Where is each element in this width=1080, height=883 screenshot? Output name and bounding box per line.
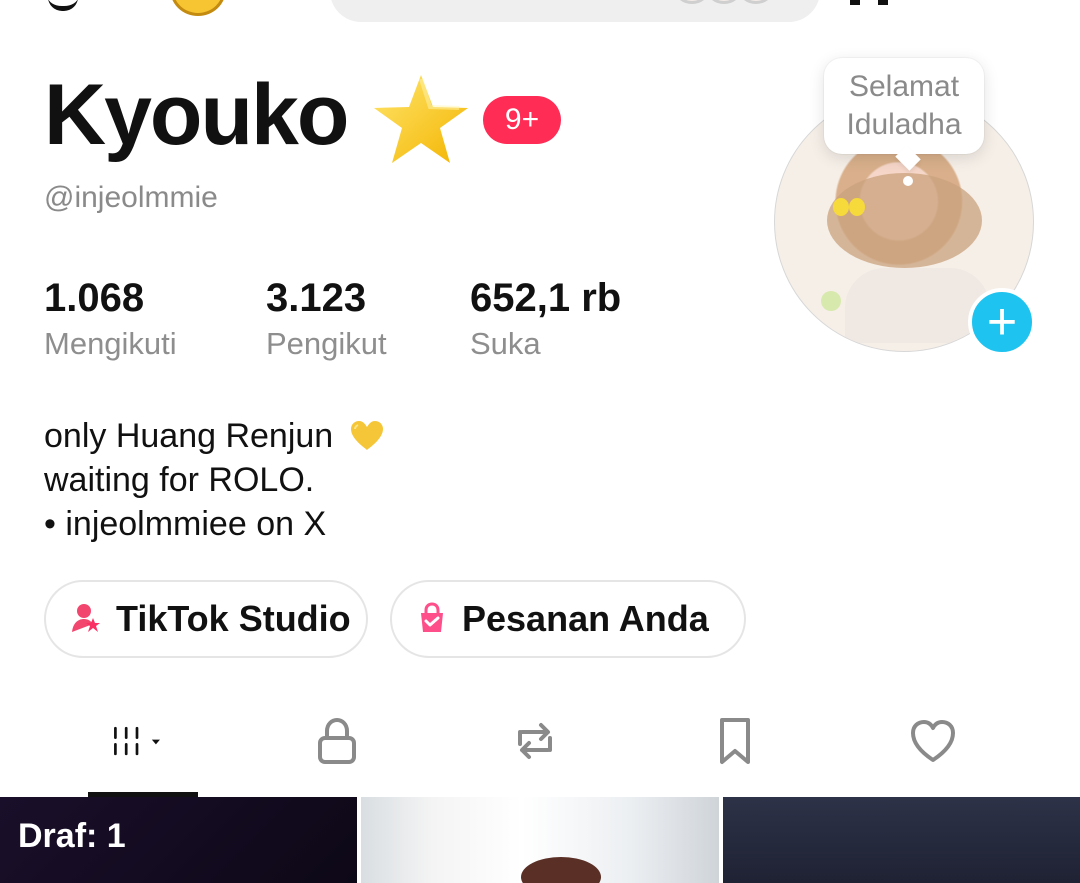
greeting-bubble-dot	[903, 176, 913, 186]
bio-line1: only Huang Renjun	[44, 414, 385, 458]
avatar-bow-decoration	[833, 198, 865, 218]
emoji-icon[interactable]	[170, 0, 226, 16]
bio-line2: waiting for ROLO.	[44, 461, 315, 499]
greeting-line2: Iduladha	[846, 108, 962, 141]
bio-line3: • injeolmmiee on X	[44, 505, 327, 543]
likes-count: 652,1 rb	[470, 276, 622, 320]
bookmark-icon	[720, 718, 750, 764]
yellow-heart-icon	[350, 421, 383, 450]
shopping-bag-icon	[421, 602, 443, 632]
top-bar	[0, 0, 1080, 30]
tab-likes[interactable]	[906, 714, 976, 774]
tiktok-studio-label: TikTok Studio	[116, 598, 351, 639]
followers-label: Pengikut	[266, 326, 387, 361]
tab-private[interactable]	[310, 714, 380, 774]
grid-icon	[114, 726, 160, 756]
studio-icon	[72, 604, 100, 632]
video-tile[interactable]	[361, 797, 719, 883]
tab-bookmarks[interactable]	[708, 714, 778, 774]
video-grid: Draf: 1	[0, 797, 1080, 883]
profile-name: Kyouko	[44, 67, 349, 163]
orders-button[interactable]: Pesanan Anda	[390, 580, 746, 658]
bio-line1-text: only Huang Renjun	[44, 417, 334, 455]
lock-icon	[318, 717, 356, 764]
greeting-bubble: Selamat Iduladha	[824, 58, 984, 154]
heart-icon	[911, 720, 955, 762]
add-story-button[interactable]: +	[968, 288, 1036, 356]
tiktok-studio-button[interactable]: TikTok Studio	[44, 580, 368, 658]
following-label: Mengikuti	[44, 326, 177, 361]
bio: only Huang Renjun waiting for ROLO. • in…	[44, 414, 385, 546]
top-right-icon[interactable]	[850, 0, 910, 5]
star-icon	[374, 75, 468, 163]
video-tile[interactable]: Draf: 1	[0, 797, 357, 883]
avatar-decoration	[821, 291, 841, 311]
following-count: 1.068	[44, 276, 145, 320]
left-top-icon[interactable]	[48, 0, 78, 11]
likes-label: Suka	[470, 326, 541, 361]
recent-visitors-avatars[interactable]	[672, 0, 790, 4]
followers-stat[interactable]: 3.123 Pengikut	[266, 278, 387, 359]
greeting-line1: Selamat	[848, 70, 960, 103]
video-tile[interactable]	[723, 797, 1080, 883]
draft-label: Draf: 1	[18, 817, 126, 855]
followers-count: 3.123	[266, 276, 367, 320]
tab-videos[interactable]	[110, 714, 180, 774]
orders-label: Pesanan Anda	[462, 598, 709, 639]
tab-reposts[interactable]	[508, 714, 578, 774]
username-handle: @injeolmmie	[44, 181, 218, 214]
profile-tabs	[0, 700, 1080, 798]
notification-badge[interactable]: 9+	[483, 96, 561, 144]
following-stat[interactable]: 1.068 Mengikuti	[44, 278, 177, 359]
repost-icon	[518, 723, 552, 759]
likes-stat[interactable]: 652,1 rb Suka	[470, 278, 621, 359]
